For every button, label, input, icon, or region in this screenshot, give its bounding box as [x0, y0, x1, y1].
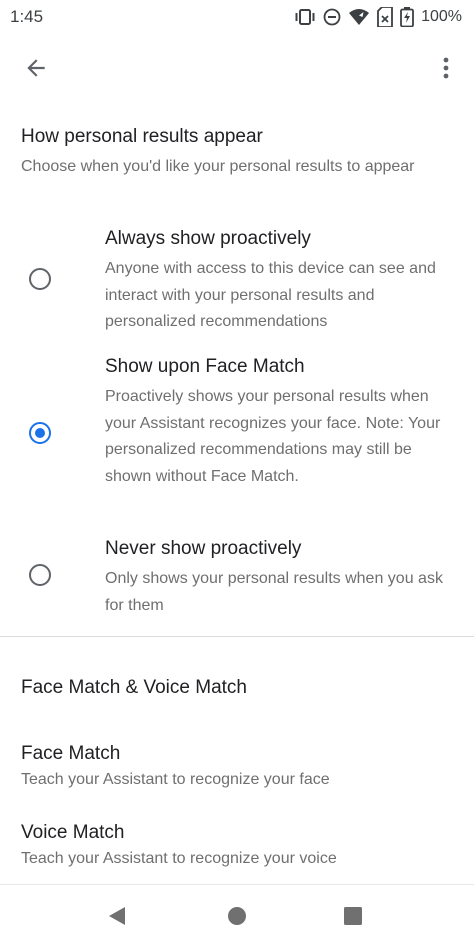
battery-charging-icon — [400, 7, 414, 27]
section-divider — [0, 636, 474, 637]
status-bar: 1:45 100% — [0, 0, 474, 34]
home-circle-icon — [226, 905, 248, 932]
back-triangle-icon — [106, 905, 128, 932]
status-time: 1:45 — [10, 7, 44, 26]
arrow-back-icon — [23, 55, 49, 86]
sim-x-icon — [377, 7, 393, 27]
match-section-header: Face Match & Voice Match — [21, 677, 247, 698]
more-options-button[interactable] — [434, 50, 458, 90]
wifi-icon — [348, 8, 370, 26]
option-never-show[interactable]: Never show proactively Only shows your p… — [0, 538, 474, 620]
battery-percent: 100% — [421, 8, 462, 25]
app-bar — [0, 44, 474, 94]
option-description: Anyone with access to this device can se… — [105, 260, 436, 330]
option-description: Proactively shows your personal results … — [105, 388, 441, 485]
item-title: Voice Match — [21, 822, 125, 843]
option-face-match[interactable]: Show upon Face Match Proactively shows y… — [0, 356, 474, 516]
radio-always-show[interactable] — [29, 268, 51, 290]
do-not-disturb-icon — [323, 8, 341, 26]
voice-match-item[interactable]: Voice Match Teach your Assistant to reco… — [21, 822, 461, 868]
radio-never-show[interactable] — [29, 564, 51, 586]
option-title: Never show proactively — [105, 538, 302, 559]
nav-recents-button[interactable] — [338, 903, 368, 933]
section-subtitle: Choose when you'd like your personal res… — [21, 158, 415, 175]
status-icons: 100% — [294, 7, 462, 27]
back-button[interactable] — [16, 50, 56, 90]
option-description: Only shows your personal results when yo… — [105, 570, 443, 614]
item-subtitle: Teach your Assistant to recognize your v… — [21, 850, 337, 867]
face-match-item[interactable]: Face Match Teach your Assistant to recog… — [21, 743, 461, 789]
nav-back-button[interactable] — [102, 903, 132, 933]
item-title: Face Match — [21, 743, 121, 764]
radio-face-match[interactable] — [29, 422, 51, 444]
section-title: How personal results appear — [21, 126, 263, 147]
option-title: Always show proactively — [105, 228, 311, 249]
more-vert-icon — [442, 56, 450, 85]
vibrate-icon — [294, 8, 316, 26]
nav-home-button[interactable] — [222, 903, 252, 933]
item-subtitle: Teach your Assistant to recognize your f… — [21, 771, 330, 788]
recents-square-icon — [342, 905, 364, 932]
option-always-show[interactable]: Always show proactively Anyone with acce… — [0, 228, 474, 336]
navigation-bar — [0, 884, 474, 948]
option-title: Show upon Face Match — [105, 356, 305, 377]
